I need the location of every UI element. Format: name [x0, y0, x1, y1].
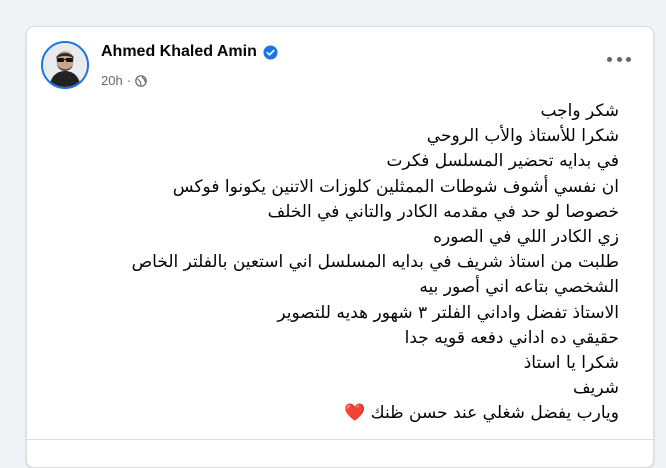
- post-text-line: حقيقي ده اداني دفعه قويه جدا: [404, 327, 619, 348]
- post-text-line: الشخصي بتاعه اني أصور بيه: [419, 277, 619, 298]
- post-text-line: زي الكادر اللي في الصوره: [433, 227, 619, 248]
- more-options-icon-dot: [607, 56, 612, 62]
- verified-badge-icon: [263, 44, 278, 60]
- post-author: Ahmed Khaled Amin: [101, 43, 278, 61]
- post-text-line: الاستاذ تفضل واداني الفلتر ٣ شهور هديه ل…: [277, 302, 619, 323]
- post-text-line: طلبت من استاذ شريف في بدايه المسلسل اني …: [131, 252, 619, 273]
- post-text-line: ان نفسي أشوف شوطات الممثلين كلوزات الاتن…: [172, 176, 619, 197]
- post-divider: [27, 439, 653, 440]
- post-text-line: شكرا يا استاذ: [523, 353, 619, 374]
- more-options-icon-dot: [626, 56, 631, 62]
- post-text-line-content: ويارب يفضل شغلي عند حسن ظنك: [370, 403, 619, 424]
- post-card: Ahmed Khaled Amin 20h · شكر واجب شكرا لل…: [26, 26, 654, 468]
- heart-emoji-icon: ❤️: [344, 403, 366, 424]
- post-timestamp[interactable]: 20h: [101, 73, 123, 88]
- post-text-line: شريف: [573, 378, 619, 399]
- more-options-icon-dot: [616, 56, 622, 62]
- globe-icon[interactable]: [135, 74, 147, 87]
- profile-photo-icon: [43, 43, 87, 87]
- author-name-link[interactable]: Ahmed Khaled Amin: [101, 43, 257, 61]
- post-text-line: في بدايه تحضير المسلسل فكرت: [386, 151, 619, 172]
- avatar[interactable]: [41, 41, 89, 89]
- post-text-line: شكرا للأستاذ والأب الروحي: [426, 126, 619, 147]
- post-text-line: خصوصا لو حد في مقدمه الكادر والتاني في ا…: [267, 201, 619, 222]
- post-text: شكر واجب شكرا للأستاذ والأب الروحي في بد…: [59, 99, 619, 427]
- more-options-button[interactable]: [607, 53, 631, 65]
- post-meta: 20h ·: [101, 73, 147, 88]
- post-text-line-last: ويارب يفضل شغلي عند حسن ظنك ❤️: [59, 401, 619, 426]
- post-text-line: شكر واجب: [540, 101, 619, 121]
- meta-separator: ·: [126, 73, 132, 88]
